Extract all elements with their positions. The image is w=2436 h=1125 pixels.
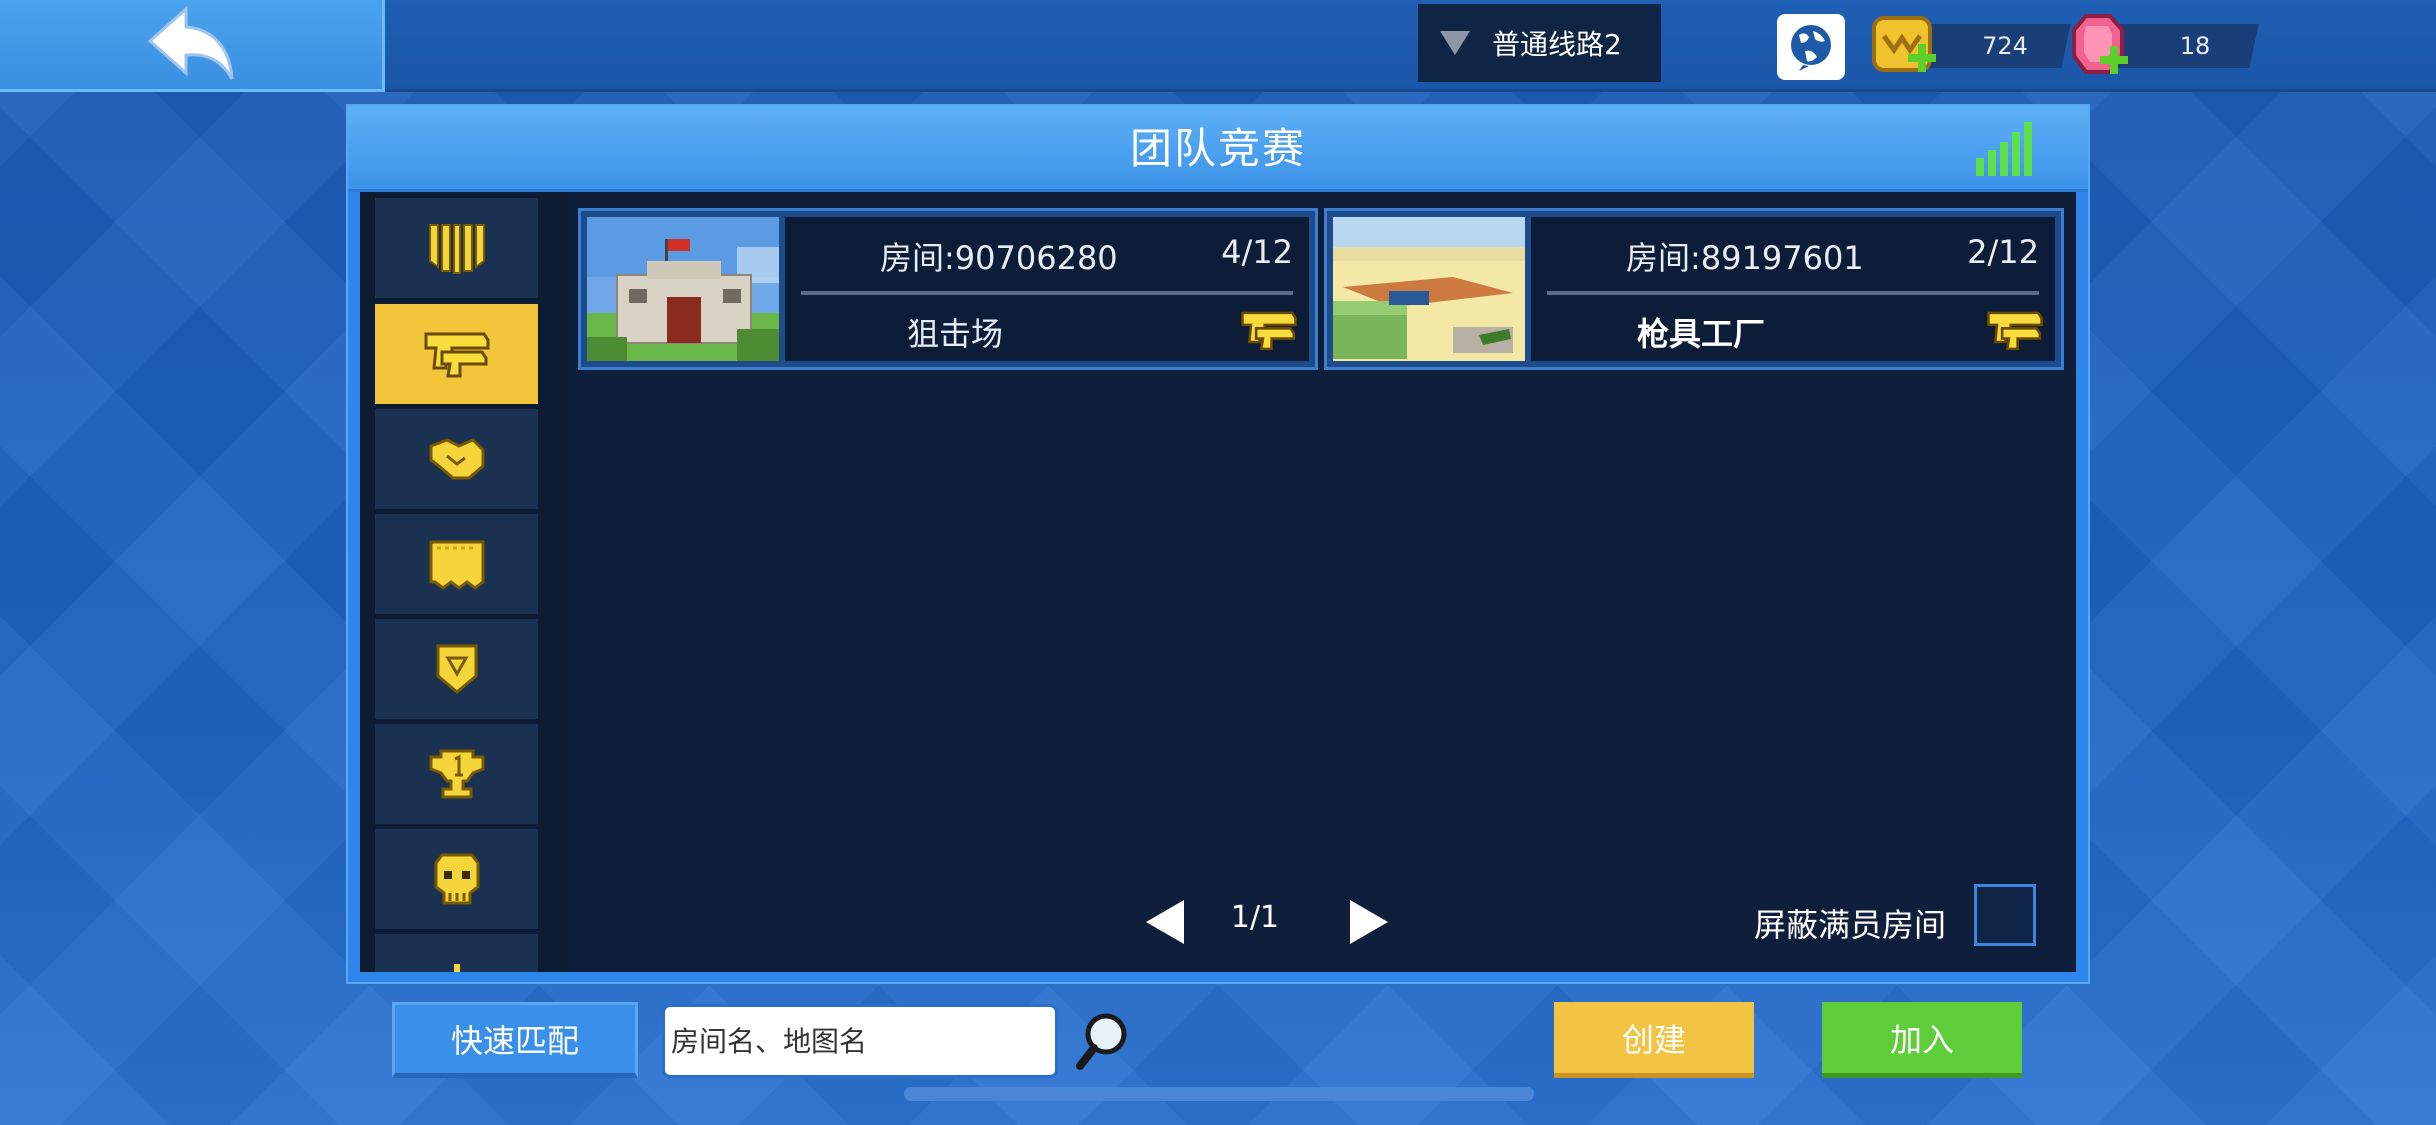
create-room-button[interactable]: 创建 — [1554, 1002, 1754, 1078]
room-id: 房间:90706280 — [880, 239, 1118, 277]
server-label: 普通线路2 — [1492, 28, 1622, 61]
room-player-count: 4/12 — [1221, 233, 1293, 271]
magnifier-icon — [1076, 1013, 1127, 1070]
golden-gun-icon — [1241, 311, 1297, 351]
room-card[interactable]: 房间:90706280 4/12 狙击场 — [578, 208, 1318, 370]
mode-tab-3[interactable] — [375, 409, 538, 509]
signal-strength-icon — [1976, 122, 2032, 176]
global-chat-button[interactable] — [1777, 14, 1845, 80]
quick-match-button[interactable]: 快速匹配 — [392, 1002, 638, 1078]
mode-tab-5[interactable] — [375, 619, 538, 719]
gems-value: 18 — [2179, 32, 2211, 60]
add-coins-button[interactable] — [1868, 12, 1940, 80]
shield-badge-icon — [436, 644, 477, 694]
mode-tab-6[interactable] — [375, 724, 538, 824]
map-thumbnail — [587, 217, 779, 361]
mode-tab-1[interactable] — [375, 198, 538, 298]
mode-tab-7[interactable] — [375, 829, 538, 929]
divider — [801, 291, 1293, 295]
room-map-name: 枪具工厂 — [1636, 315, 1765, 353]
page-indicator: 1/1 — [1230, 900, 1280, 935]
crown-stripes-icon — [428, 224, 485, 274]
hide-full-rooms-label: 屏蔽满员房间 — [1754, 906, 1947, 944]
room-info: 房间:89197601 2/12 枪具工厂 — [1531, 217, 2055, 361]
room-info: 房间:90706280 4/12 狙击场 — [785, 217, 1309, 361]
sword-icon — [453, 964, 460, 972]
search-button[interactable] — [1074, 1010, 1130, 1074]
back-button[interactable] — [0, 0, 385, 92]
hide-full-rooms-checkbox[interactable] — [1974, 884, 2036, 946]
golden-gun-icon — [1987, 311, 2043, 351]
top-bar: 普通线路2 724 18 — [0, 0, 2436, 92]
coin-plus-icon — [1872, 16, 1936, 72]
back-arrow-icon — [147, 5, 234, 80]
dropdown-triangle-icon — [1440, 31, 1470, 55]
next-page-button[interactable] — [1344, 896, 1394, 948]
room-search-input[interactable] — [662, 1004, 1058, 1078]
arrow-right-icon — [1350, 900, 1388, 944]
room-map-name: 狙击场 — [906, 315, 1003, 353]
add-gems-button[interactable] — [2064, 12, 2136, 80]
home-indicator — [904, 1087, 1534, 1101]
room-card[interactable]: 房间:89197601 2/12 枪具工厂 — [1324, 208, 2064, 370]
arrow-left-icon — [1146, 900, 1184, 944]
prev-page-button[interactable] — [1140, 896, 1190, 948]
gem-plus-icon — [2072, 14, 2128, 74]
mode-sidebar — [360, 192, 568, 972]
map-thumbnail — [1333, 217, 1525, 361]
golden-gun-icon — [424, 332, 489, 378]
skull-icon — [434, 853, 479, 905]
room-player-count: 2/12 — [1967, 233, 2039, 271]
join-room-button[interactable]: 加入 — [1822, 1002, 2022, 1078]
coins-value: 724 — [1982, 32, 2028, 60]
mode-tab-2-active[interactable] — [375, 304, 538, 404]
panel-header: 团队竞赛 — [348, 106, 2088, 192]
server-select[interactable]: 普通线路2 — [1418, 4, 1661, 82]
globe-icon — [1791, 25, 1831, 71]
divider — [1547, 291, 2039, 295]
page-title: 团队竞赛 — [1129, 124, 1306, 173]
team-battle-panel: 团队竞赛 房间:90706280 4/12 狙击场 房间:89197601 2/… — [346, 104, 2090, 984]
mode-tab-8[interactable] — [375, 934, 538, 972]
mode-tab-4[interactable] — [375, 514, 538, 614]
panel-body: 房间:90706280 4/12 狙击场 房间:89197601 2/12 枪具… — [360, 192, 2076, 972]
trophy-number-one-icon — [429, 749, 484, 799]
flag-banner-icon — [429, 540, 484, 590]
room-id: 房间:89197601 — [1626, 239, 1864, 277]
handshake-icon — [429, 438, 484, 480]
